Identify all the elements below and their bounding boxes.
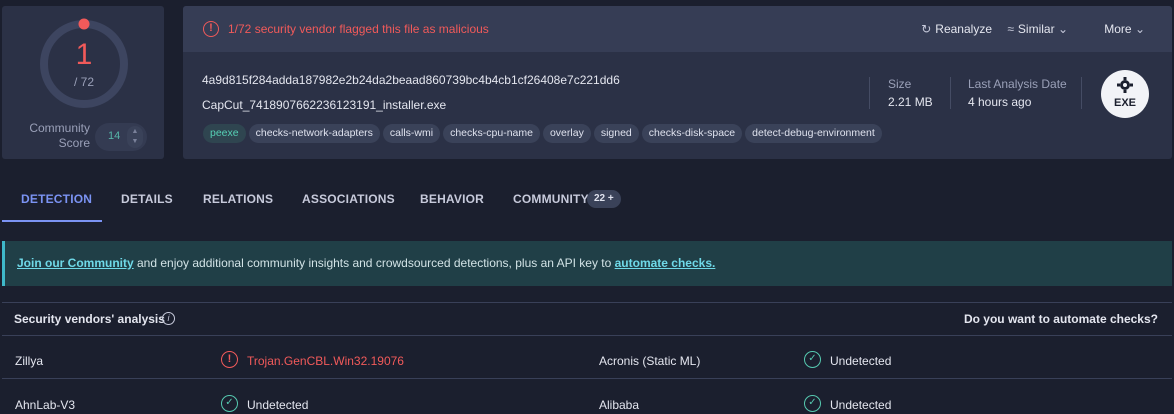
size-label: Size (888, 77, 912, 91)
vendor-name: Alibaba (599, 398, 640, 412)
check-circle-icon: ✓ (804, 395, 821, 412)
community-banner: Join our Community and enjoy additional … (2, 241, 1172, 286)
file-hash[interactable]: 4a9d815f284adda187982e2b24da2beaad860739… (202, 73, 620, 87)
check-circle-icon: ✓ (221, 395, 238, 412)
last-analysis-value: 4 hours ago (968, 95, 1032, 109)
tab-community[interactable]: COMMUNITY (513, 192, 589, 206)
tag[interactable]: calls-wmi (382, 124, 441, 143)
file-name[interactable]: CapCut_7418907662236123191_installer.exe (202, 98, 446, 112)
file-info-card: ! 1/72 security vendor flagged this file… (183, 6, 1172, 159)
tab-bar: DETECTION DETAILS RELATIONS ASSOCIATIONS… (0, 178, 1174, 222)
alert-text: 1/72 security vendor flagged this file a… (228, 22, 489, 36)
active-tab-indicator (2, 220, 102, 222)
tab-associations[interactable]: ASSOCIATIONS (302, 192, 395, 206)
tag[interactable]: detect-debug-environment (745, 124, 882, 143)
file-type-badge: EXE (1101, 70, 1149, 118)
vendor-name: Acronis (Static ML) (599, 354, 701, 368)
vendor-result: Trojan.GenCBL.Win32.19076 (247, 354, 404, 368)
vendor-result: Undetected (247, 398, 309, 412)
analysis-title: Security vendors' analysis (14, 312, 165, 326)
chevron-down-icon: ⌄ (1057, 22, 1068, 36)
divider (950, 77, 951, 109)
tab-details[interactable]: DETAILS (121, 192, 173, 206)
tag[interactable]: checks-cpu-name (443, 124, 540, 143)
vendors-analysis: Security vendors' analysis i Do you want… (2, 302, 1172, 414)
vendor-name: Zillya (15, 354, 44, 368)
chevron-down-icon: ⌄ (1134, 22, 1145, 36)
community-score-label: Community Score (29, 121, 90, 150)
file-type-text: EXE (1113, 97, 1136, 109)
similar-icon: ≈ (1007, 22, 1014, 36)
more-button[interactable]: More ⌄ (1104, 22, 1149, 36)
tag[interactable]: checks-network-adapters (248, 124, 380, 143)
community-score-value: 14 (108, 130, 121, 142)
score-ring-marker (78, 18, 90, 30)
detection-count: 1 (75, 38, 93, 71)
vendor-result: Undetected (830, 398, 892, 412)
divider (869, 77, 870, 109)
tab-detection[interactable]: DETECTION (21, 192, 92, 206)
vendor-result: Undetected (830, 354, 892, 368)
alert-bar: ! 1/72 security vendor flagged this file… (183, 6, 1172, 52)
size-value: 2.21 MB (888, 95, 933, 109)
reanalyze-button[interactable]: ↻ Reanalyze (921, 22, 992, 36)
check-circle-icon: ✓ (804, 351, 821, 368)
last-analysis-label: Last Analysis Date (968, 77, 1067, 91)
divider (1081, 77, 1082, 109)
tab-relations[interactable]: RELATIONS (203, 192, 273, 206)
tab-behavior[interactable]: BEHAVIOR (420, 192, 484, 206)
community-score-pill[interactable]: 14 ▲ ▼ (95, 123, 147, 151)
similar-button[interactable]: ≈ Similar ⌄ (1007, 22, 1072, 36)
tag[interactable]: checks-disk-space (641, 124, 743, 143)
tag-list: peexe checks-network-adapters calls-wmi che… (203, 123, 885, 143)
vendor-name: AhnLab-V3 (15, 398, 76, 412)
tag[interactable]: peexe (203, 124, 246, 143)
alert-circle-icon: ! (203, 21, 219, 37)
analysis-header: Security vendors' analysis i Do you want… (2, 303, 1172, 336)
automate-checks-question[interactable]: Do you want to automate checks? (964, 312, 1158, 326)
malicious-icon: ! (221, 351, 238, 368)
info-icon[interactable]: i (162, 312, 175, 325)
exe-gear-icon (1117, 77, 1133, 93)
detection-score-card: 1 / 72 Community Score 14 ▲ ▼ (2, 6, 164, 159)
tag[interactable]: signed (593, 124, 639, 143)
table-row: Zillya ! Trojan.GenCBL.Win32.19076 Acron… (2, 337, 1172, 379)
community-count-badge: 22 + (587, 190, 621, 208)
detection-total: / 72 (73, 75, 94, 89)
vote-arrows-icon[interactable]: ▲ ▼ (127, 126, 143, 148)
table-row: AhnLab-V3 ✓ Undetected Alibaba ✓ Undetec… (2, 381, 1172, 414)
refresh-icon: ↻ (921, 22, 932, 36)
banner-text: and enjoy additional community insights … (133, 256, 615, 270)
tag[interactable]: overlay (542, 124, 591, 143)
join-community-link[interactable]: Join our Community (17, 256, 134, 270)
automate-checks-link[interactable]: automate checks. (615, 256, 716, 270)
